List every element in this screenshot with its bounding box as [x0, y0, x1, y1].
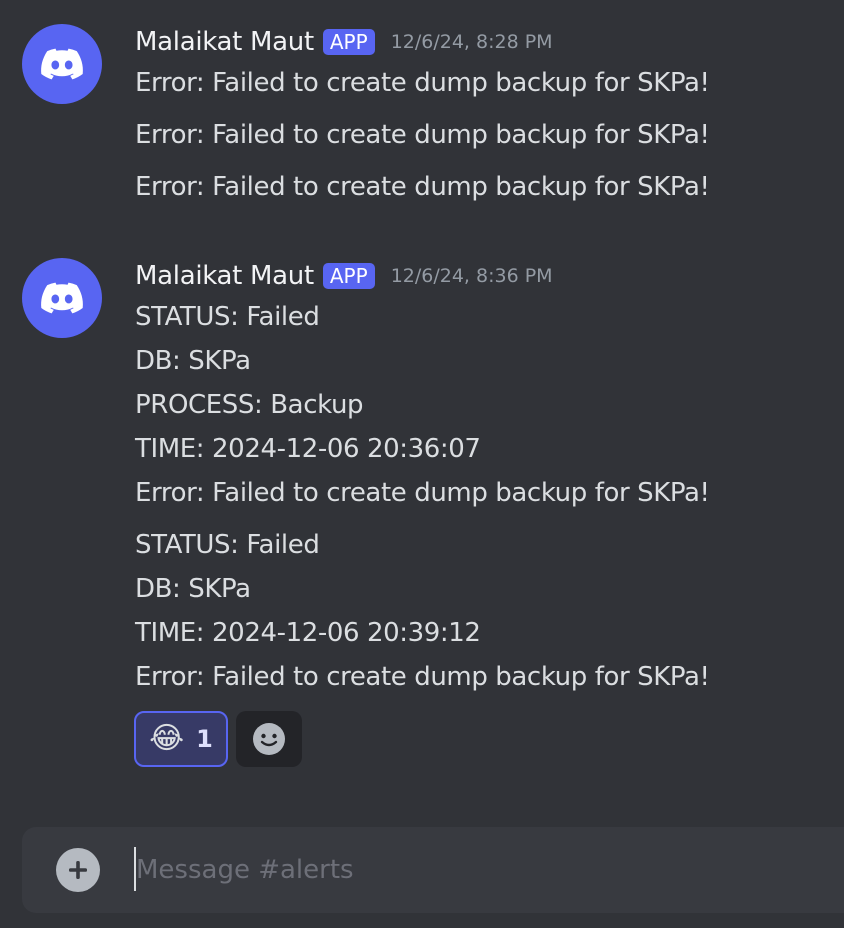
message-composer: [22, 827, 844, 913]
message-line: TIME: 2024-12-06 20:36:07: [135, 434, 481, 464]
username[interactable]: Malaikat Maut: [135, 261, 314, 291]
message-line: Error: Failed to create dump backup for …: [135, 172, 710, 202]
avatar[interactable]: [22, 258, 102, 338]
plus-circle-icon: [69, 861, 87, 879]
timestamp[interactable]: 12/6/24, 8:28 PM: [391, 31, 553, 53]
tears-of-joy-emoji: 😂: [149, 721, 185, 756]
discord-logo-icon: [41, 48, 83, 80]
avatar[interactable]: [22, 24, 102, 104]
add-reaction-button[interactable]: [236, 711, 302, 767]
message-header: Malaikat Maut APP 12/6/24, 8:36 PM: [135, 258, 553, 294]
message-input[interactable]: [136, 849, 816, 891]
message-line: STATUS: Failed: [135, 530, 320, 560]
message-line: TIME: 2024-12-06 20:39:12: [135, 618, 481, 648]
message-line: Error: Failed to create dump backup for …: [135, 68, 710, 98]
message-line: Error: Failed to create dump backup for …: [135, 478, 710, 508]
message-line: Error: Failed to create dump backup for …: [135, 662, 710, 692]
add-reaction-smiley-icon: [253, 723, 285, 755]
message-line: STATUS: Failed: [135, 302, 320, 332]
reaction-laughing[interactable]: 😂 1: [134, 711, 228, 767]
attach-button[interactable]: [56, 848, 100, 892]
discord-logo-icon: [41, 282, 83, 314]
reactions-bar: 😂 1: [134, 711, 302, 767]
username[interactable]: Malaikat Maut: [135, 27, 314, 57]
app-badge: APP: [322, 263, 375, 289]
message-line: DB: SKPa: [135, 346, 251, 376]
message-header: Malaikat Maut APP 12/6/24, 8:28 PM: [135, 24, 553, 60]
message-line: Error: Failed to create dump backup for …: [135, 120, 710, 150]
message-line: DB: SKPa: [135, 574, 251, 604]
message-line: PROCESS: Backup: [135, 390, 364, 420]
chat-view: Malaikat Maut APP 12/6/24, 8:28 PM Error…: [0, 0, 844, 928]
reaction-count: 1: [196, 725, 213, 753]
app-badge: APP: [322, 29, 375, 55]
timestamp[interactable]: 12/6/24, 8:36 PM: [391, 265, 553, 287]
